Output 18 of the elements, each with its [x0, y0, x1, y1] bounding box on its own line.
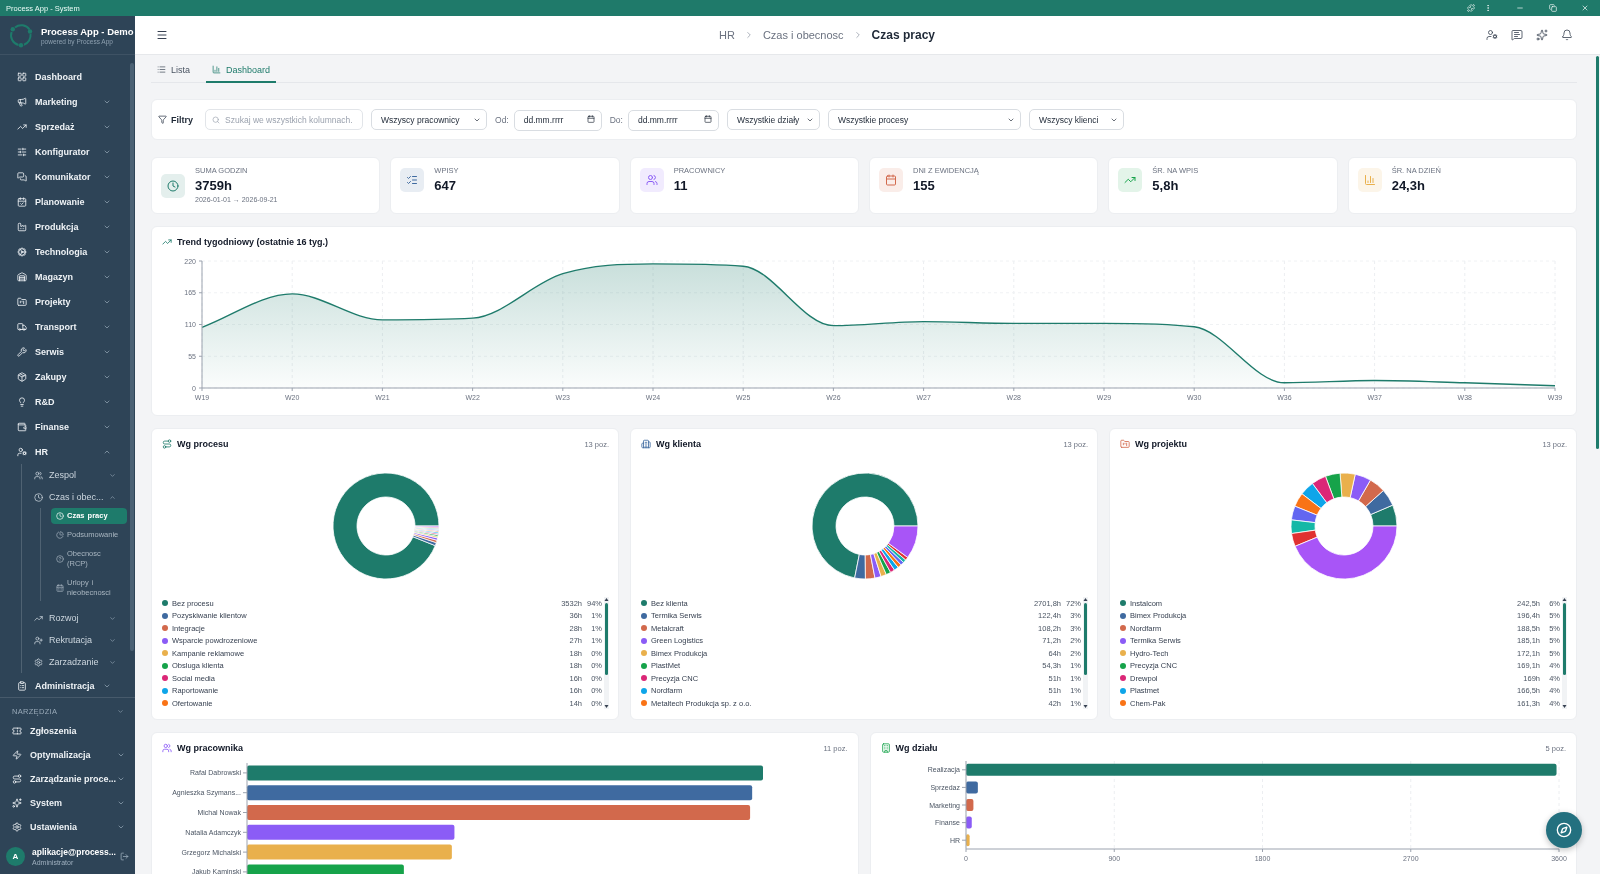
- chart-title: Wg działu: [895, 743, 938, 753]
- chart-title: Trend tygodniowy (ostatnie 16 tyg.): [177, 237, 328, 247]
- chart-title: Wg projektu: [1135, 439, 1187, 449]
- avatar: A: [6, 847, 25, 866]
- chart-title: Wg procesu: [177, 439, 229, 449]
- stat-value: 3759h: [195, 178, 233, 193]
- filter-label: Filtry: [171, 114, 193, 125]
- brand-name: Process App - Demo: [41, 25, 134, 37]
- stat-value: 647: [434, 178, 458, 193]
- field-label: Od:: [495, 114, 509, 125]
- chart-title: Wg klienta: [656, 439, 701, 449]
- page-title: Czas pracy: [871, 28, 935, 42]
- chart-title: Wg pracownika: [177, 743, 243, 753]
- stat-value: 24,3h: [1391, 178, 1426, 193]
- stat-value: 5,8h: [1152, 178, 1180, 193]
- stat-value: 155: [913, 178, 936, 193]
- stat-value: 11: [673, 178, 689, 193]
- field-label: Do:: [609, 114, 623, 125]
